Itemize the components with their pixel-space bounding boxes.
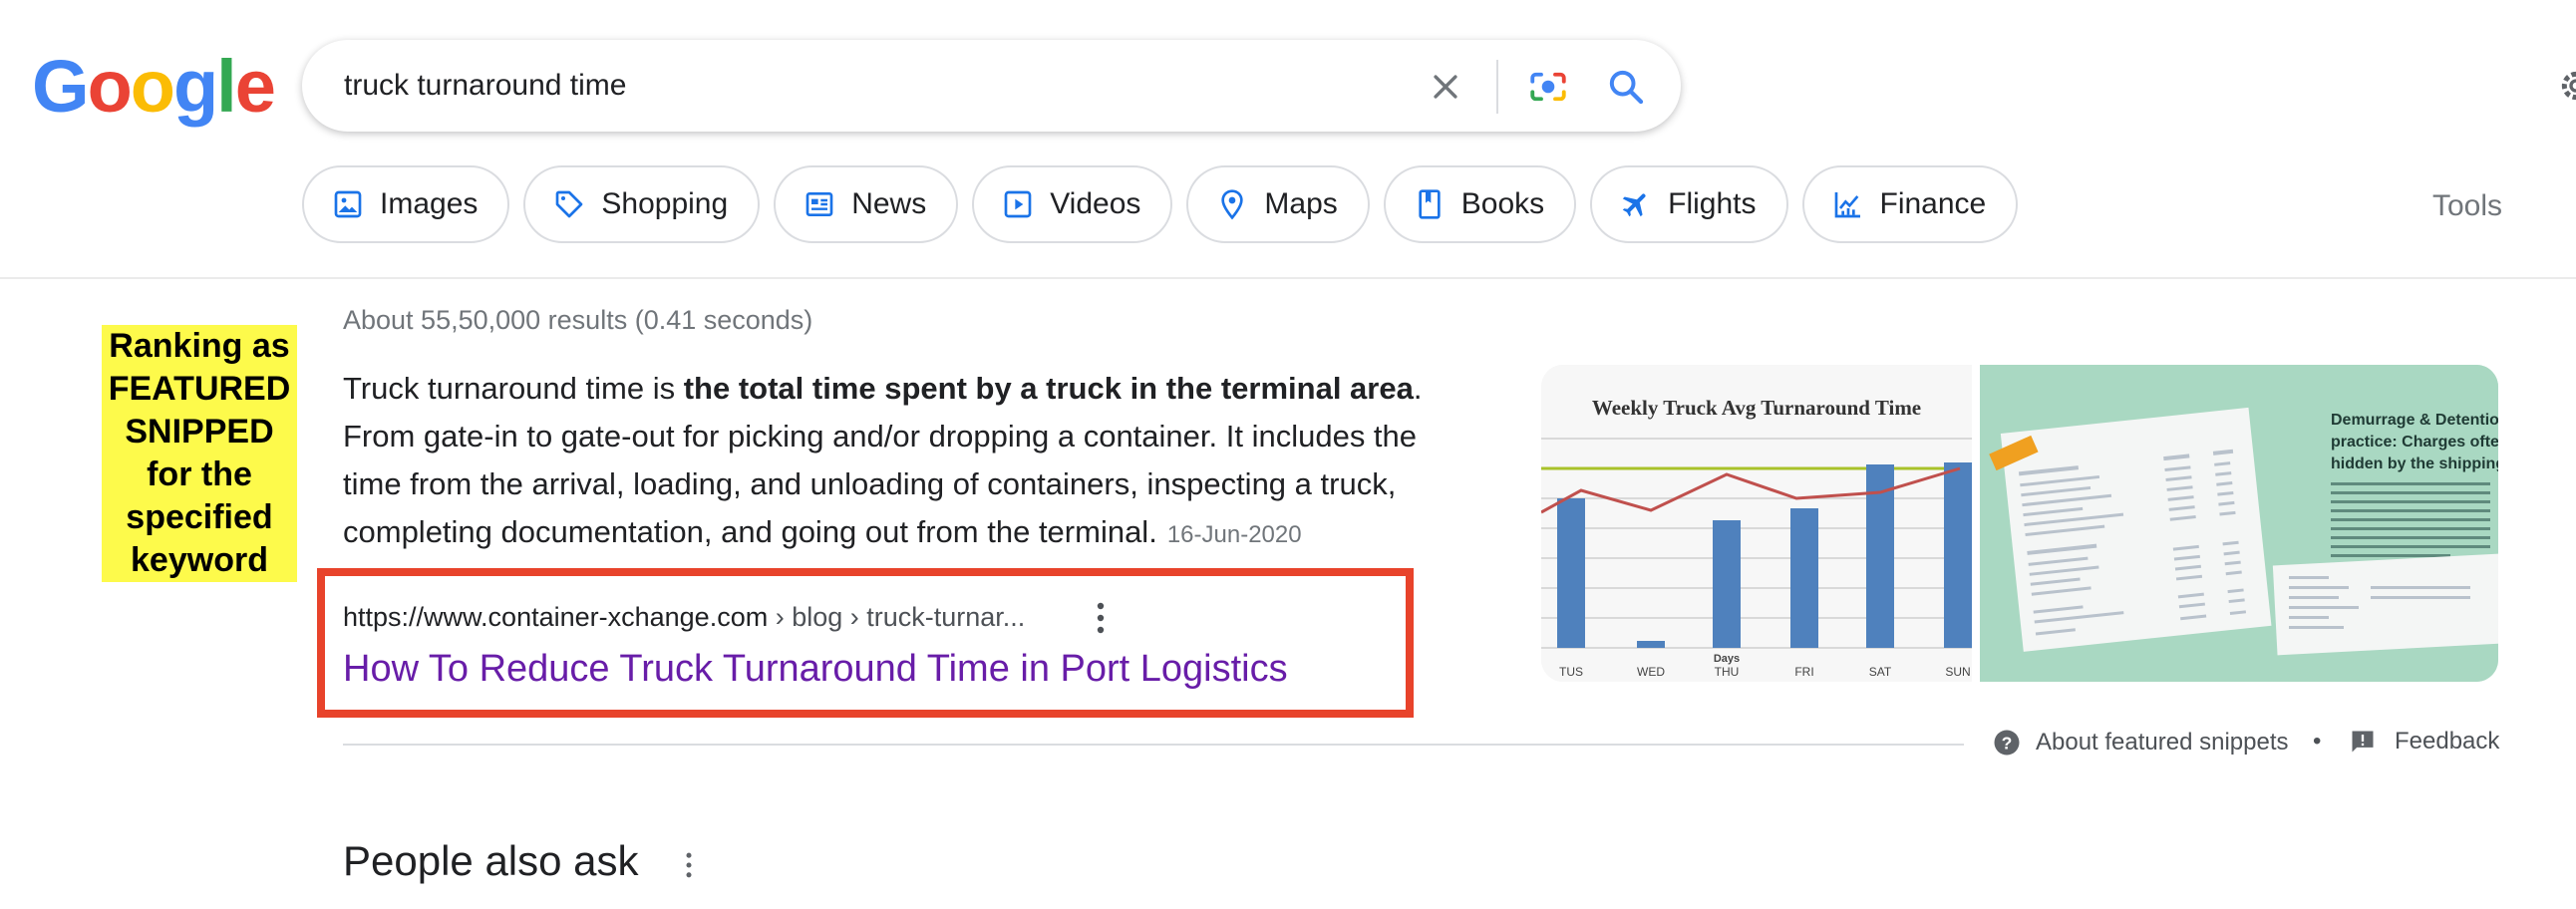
settings-button[interactable] [2556, 66, 2576, 111]
search-icon [1609, 70, 1644, 105]
document-heading: hidden by the shipping [2331, 455, 2498, 472]
chart-axis-label: Days [1714, 653, 1740, 665]
chart-tick-label: SAT [1869, 665, 1892, 679]
footer-separator: • [2313, 728, 2322, 755]
result-domain: https://www.container-xchange.com [343, 602, 769, 632]
finance-icon [1834, 192, 1860, 218]
chart-tick-label: THU [1715, 665, 1740, 679]
chip-finance[interactable]: Finance [1801, 165, 2019, 243]
chart-bar [1637, 641, 1665, 648]
chart-thumbnail: Weekly Truck Avg Turnaround Time TUS WED… [1541, 365, 1972, 682]
chip-label: Videos [1050, 187, 1141, 220]
header-divider [0, 277, 2576, 279]
annotation-line: keyword [131, 541, 268, 579]
chart-tick-label: WED [1637, 665, 1665, 679]
help-icon: ? [1994, 730, 2020, 756]
chip-label: Flights [1668, 187, 1757, 220]
people-also-ask-heading: People also ask [343, 837, 639, 884]
close-icon [1434, 75, 1457, 99]
chart-tick-label: FRI [1794, 665, 1813, 679]
chip-label: Shopping [601, 187, 729, 220]
chart-bar [1790, 508, 1818, 648]
search-by-image-button[interactable] [1520, 60, 1576, 114]
image-icon [334, 190, 362, 218]
tag-icon [556, 190, 583, 218]
book-icon [1419, 189, 1441, 219]
chip-shopping[interactable]: Shopping [523, 165, 761, 243]
chip-maps[interactable]: Maps [1186, 165, 1370, 243]
chip-news[interactable]: News [774, 165, 959, 243]
search-filter-chips: Images Shopping News Videos Maps Books F… [302, 165, 2019, 245]
chart-title: Weekly Truck Avg Turnaround Time [1592, 396, 1921, 420]
play-icon [1004, 190, 1032, 218]
snippet-date: 16-Jun-2020 [1166, 521, 1302, 548]
about-featured-snippets-button[interactable]: ? About featured snippets [1992, 728, 2289, 758]
featured-snippet-text: Truck turnaround time is the total time … [343, 365, 1469, 559]
chart-tick-label: TUS [1559, 665, 1583, 679]
airplane-icon [1622, 193, 1646, 217]
chip-label: Maps [1264, 187, 1338, 220]
document-heading: practice: Charges often [2331, 434, 2498, 451]
snippet-bold: the total time spent by a truck in the t… [683, 371, 1414, 406]
annotation-line: for the [147, 455, 252, 493]
search-input[interactable] [344, 62, 1341, 110]
google-logo[interactable]: Google [32, 50, 276, 124]
chip-label: News [851, 187, 927, 220]
chart-bar [1944, 462, 1972, 648]
result-breadcrumbs: › blog › truck-turnar... [768, 602, 1026, 632]
annotation-line: specified [126, 498, 273, 536]
chip-label: Images [380, 187, 479, 220]
tools-button[interactable]: Tools [2432, 189, 2502, 223]
annotation-line: FEATURED [108, 370, 291, 408]
feedback-button[interactable]: Feedback [2349, 728, 2499, 756]
chart-tick-label: SUN [1945, 665, 1970, 679]
map-pin-icon [1221, 189, 1244, 220]
result-more-options-button[interactable] [1091, 600, 1111, 636]
feedback-label: Feedback [2395, 728, 2500, 755]
annotation-line: SNIPPED [125, 413, 274, 451]
snippet-image-document[interactable]: Demurrage & Detention practice: Charges … [1980, 365, 2498, 682]
chart-bar [1713, 520, 1741, 648]
news-icon [805, 192, 833, 216]
snippet-divider [343, 744, 1964, 746]
document-thumbnail: Demurrage & Detention practice: Charges … [1980, 365, 2498, 682]
search-button[interactable] [1598, 60, 1654, 114]
more-vert-icon [686, 852, 692, 878]
featured-snippet-annotation: Ranking as FEATURED SNIPPED for the spec… [102, 325, 297, 582]
result-url[interactable]: https://www.container-xchange.com › blog… [343, 602, 1025, 633]
gear-icon [2561, 71, 2576, 101]
people-also-ask-more-button[interactable] [682, 849, 696, 881]
result-title-link[interactable]: How To Reduce Truck Turnaround Time in P… [343, 648, 1288, 691]
chart-bar [1557, 498, 1585, 648]
more-vert-icon [1097, 602, 1105, 634]
clear-search-button[interactable] [1419, 60, 1472, 114]
about-snippets-label: About featured snippets [2036, 729, 2289, 756]
chip-images[interactable]: Images [302, 165, 510, 243]
camera-icon [1530, 72, 1566, 102]
chip-flights[interactable]: Flights [1590, 165, 1788, 243]
result-stats: About 55,50,000 results (0.41 seconds) [343, 305, 813, 335]
chip-label: Books [1460, 187, 1545, 220]
document-heading: Demurrage & Detention [2331, 412, 2498, 429]
snippet-image-chart[interactable]: Weekly Truck Avg Turnaround Time TUS WED… [1541, 365, 1972, 682]
feedback-icon [2352, 731, 2374, 753]
highlight-box [317, 568, 1414, 718]
chip-videos[interactable]: Videos [972, 165, 1173, 243]
search-bar [302, 40, 1681, 132]
annotation-line: Ranking as [109, 327, 290, 365]
svg-text:?: ? [2002, 733, 2013, 753]
chip-books[interactable]: Books [1383, 165, 1577, 243]
search-divider [1496, 60, 1498, 114]
snippet-prefix: Truck turnaround time is [343, 371, 684, 406]
chip-label: Finance [1879, 187, 1987, 220]
